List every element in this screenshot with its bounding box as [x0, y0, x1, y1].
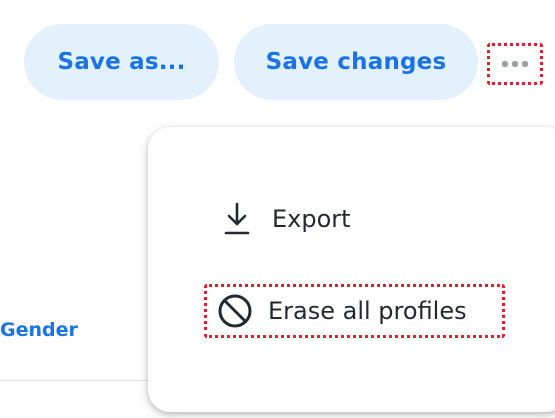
download-icon: [218, 200, 256, 238]
table-divider: [0, 380, 160, 381]
save-as-button[interactable]: Save as...: [24, 24, 219, 100]
save-changes-button[interactable]: Save changes: [234, 24, 478, 100]
menu-item-export[interactable]: Export: [218, 197, 351, 241]
column-header-gender[interactable]: Gender: [0, 319, 78, 341]
more-horizontal-icon: [500, 60, 530, 68]
overflow-menu: Export Erase all profiles: [148, 127, 555, 412]
menu-item-label: Export: [272, 205, 351, 233]
more-options-button[interactable]: [487, 43, 543, 85]
menu-item-erase-all-profiles[interactable]: Erase all profiles: [204, 284, 505, 338]
menu-item-label: Erase all profiles: [268, 297, 467, 325]
block-icon: [216, 292, 254, 330]
